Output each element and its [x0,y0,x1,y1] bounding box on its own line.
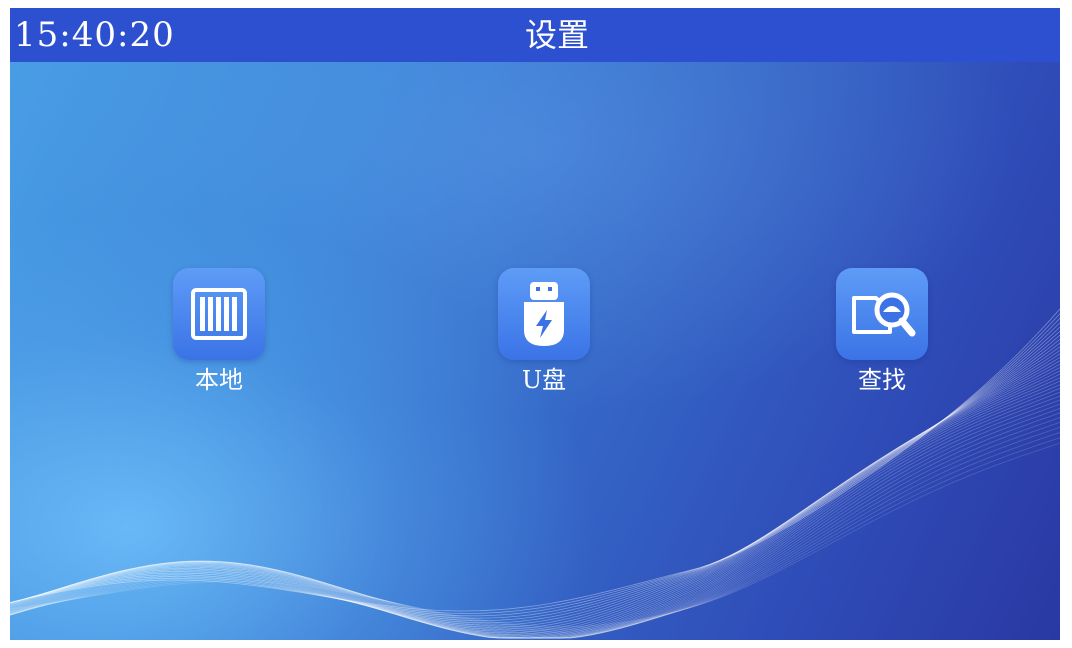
tile-usb[interactable]: U盘 [484,268,604,394]
search-button[interactable] [836,268,928,360]
storage-rack-icon [191,288,247,340]
local-storage-button[interactable] [173,268,265,360]
tile-usb-label: U盘 [521,366,567,394]
tile-search[interactable]: 查找 [822,268,942,394]
tile-local[interactable]: 本地 [159,268,279,394]
tile-local-label: 本地 [195,366,243,394]
settings-screen: 15:40:20 设置 本地 U盘 查找 [10,8,1060,640]
usb-drive-button[interactable] [498,268,590,360]
page-title: 设置 [524,16,589,54]
search-folder-icon [852,292,916,337]
usb-drive-icon [524,282,564,346]
tile-search-label: 查找 [858,366,906,394]
status-bar: 15:40:20 设置 [10,8,1060,62]
